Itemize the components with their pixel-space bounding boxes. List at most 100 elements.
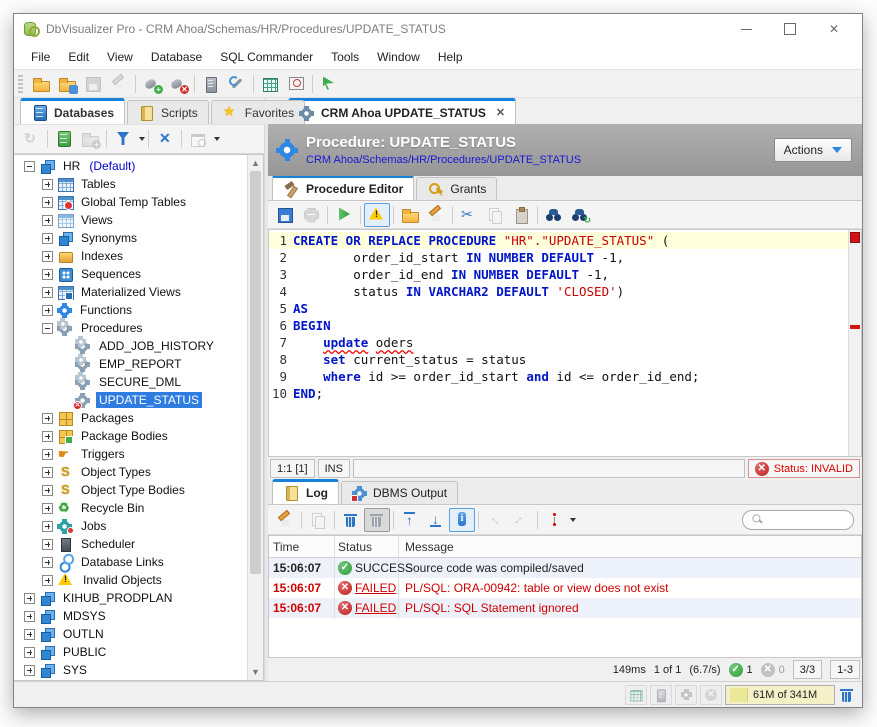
tree-item-label[interactable]: Packages	[78, 410, 137, 426]
menu-tools[interactable]: Tools	[322, 46, 368, 68]
tree-item-label[interactable]: HR	[60, 158, 83, 174]
menu-file[interactable]: File	[22, 46, 59, 68]
tree-item-label[interactable]: Procedures	[78, 320, 145, 336]
menu-window[interactable]: Window	[368, 46, 429, 68]
column-header-time[interactable]: Time	[269, 536, 335, 557]
tree-item-synonyms[interactable]: Synonyms	[14, 229, 247, 247]
log-search-input[interactable]	[770, 513, 850, 527]
tree-scrollbar[interactable]: ▲ ▼	[247, 155, 263, 680]
dropdown-arrow-icon[interactable]	[214, 137, 220, 141]
tree-item-label[interactable]: Package Bodies	[78, 428, 171, 444]
expand-icon[interactable]	[24, 647, 35, 658]
tree-item-packages[interactable]: Packages	[14, 409, 247, 427]
highlight-errors-button[interactable]	[364, 203, 390, 227]
find-replace-button[interactable]	[567, 203, 593, 227]
database-server-button[interactable]	[198, 72, 224, 96]
code-line[interactable]: 3 order_id_end IN NUMBER DEFAULT -1,	[269, 266, 848, 283]
filter-connections-button[interactable]	[110, 127, 136, 151]
scroll-thumb[interactable]	[250, 171, 261, 574]
expand-icon[interactable]	[42, 485, 53, 496]
code-line[interactable]: 1CREATE OR REPLACE PROCEDURE "HR"."UPDAT…	[269, 232, 848, 249]
menu-sql-commander[interactable]: SQL Commander	[211, 46, 322, 68]
monitor-button[interactable]	[283, 72, 309, 96]
log-row[interactable]: 15:06:07FAILEDPL/SQL: ORA-00942: table o…	[269, 578, 861, 598]
maximize-button[interactable]	[768, 15, 812, 43]
table-data-button[interactable]	[257, 72, 283, 96]
error-marker[interactable]	[850, 325, 860, 329]
garbage-collect-icon[interactable]	[838, 686, 856, 704]
code-line[interactable]: 9 where id >= order_id_start and id <= o…	[269, 368, 848, 385]
create-connection-button[interactable]	[51, 127, 77, 151]
tree-item-label[interactable]: KIHUB_PRODPLAN	[60, 590, 175, 606]
expand-icon[interactable]	[42, 287, 53, 298]
tree-item-outln[interactable]: OUTLN	[14, 625, 247, 643]
tab-log[interactable]: Log	[272, 479, 339, 504]
tab-databases[interactable]: Databases	[20, 98, 125, 124]
open-folder-settings-button[interactable]	[54, 72, 80, 96]
tree-item-public[interactable]: PUBLIC	[14, 643, 247, 661]
tree-item-global-temp-tables[interactable]: Global Temp Tables	[14, 193, 247, 211]
dropdown-arrow-icon[interactable]	[570, 518, 576, 522]
expand-icon[interactable]	[24, 593, 35, 604]
expand-icon[interactable]	[42, 557, 53, 568]
tree-item-hr[interactable]: HR(Default)	[14, 157, 247, 175]
expand-icon[interactable]	[42, 269, 53, 280]
minimize-button[interactable]	[724, 15, 768, 43]
collapse-all-button[interactable]	[152, 127, 178, 151]
tree-item-add-job-history[interactable]: ADD_JOB_HISTORY	[14, 337, 247, 355]
sql-commander-button[interactable]	[316, 72, 342, 96]
save-procedure-button[interactable]	[272, 203, 298, 227]
code-line[interactable]: 2 order_id_start IN NUMBER DEFAULT -1,	[269, 249, 848, 266]
tree-item-functions[interactable]: Functions	[14, 301, 247, 319]
log-search-box[interactable]	[742, 510, 854, 530]
clear-on-execute-button[interactable]	[364, 508, 390, 532]
tools-button[interactable]	[224, 72, 250, 96]
tree-item-sys[interactable]: SYS	[14, 661, 247, 679]
column-header-message[interactable]: Message	[399, 536, 861, 557]
task-gear-icon[interactable]	[675, 685, 697, 705]
tree-item-database-links[interactable]: Database Links	[14, 553, 247, 571]
log-row[interactable]: 15:06:07FAILEDPL/SQL: SQL Statement igno…	[269, 598, 861, 618]
open-folder-button[interactable]	[28, 72, 54, 96]
tree-item-label[interactable]: Materialized Views	[78, 284, 184, 300]
tree-item-label[interactable]: MDSYS	[60, 608, 109, 624]
tree-item-label[interactable]: SECURE_DML	[96, 374, 184, 390]
tree-item-label[interactable]: Synonyms	[78, 230, 140, 246]
scroll-up-icon[interactable]: ▲	[248, 155, 263, 171]
collapse-icon[interactable]	[24, 161, 35, 172]
tree-item-mdsys[interactable]: MDSYS	[14, 607, 247, 625]
tree-item-label[interactable]: EMP_REPORT	[96, 356, 184, 372]
tree-item-procedures[interactable]: Procedures	[14, 319, 247, 337]
expand-icon[interactable]	[42, 251, 53, 262]
tree-item-materialized-views[interactable]: Materialized Views	[14, 283, 247, 301]
expand-icon[interactable]	[42, 197, 53, 208]
tree-item-tables[interactable]: Tables	[14, 175, 247, 193]
find-button[interactable]	[541, 203, 567, 227]
expand-icon[interactable]	[42, 179, 53, 190]
clear-log-button[interactable]	[338, 508, 364, 532]
close-tab-icon[interactable]	[496, 106, 505, 119]
tree-item-jobs[interactable]: Jobs	[14, 517, 247, 535]
code-line[interactable]: 10END;	[269, 385, 848, 402]
tree-item-label[interactable]: Views	[78, 212, 116, 228]
disconnect-button[interactable]: ✕	[165, 72, 191, 96]
tree-item-update-status[interactable]: UPDATE_STATUS	[14, 391, 247, 409]
paste-button[interactable]	[508, 203, 534, 227]
code-line[interactable]: 4 status IN VARCHAR2 DEFAULT 'CLOSED')	[269, 283, 848, 300]
code-area[interactable]: 1CREATE OR REPLACE PROCEDURE "HR"."UPDAT…	[269, 230, 848, 456]
show-details-button[interactable]	[449, 508, 475, 532]
expand-icon[interactable]	[24, 629, 35, 640]
menu-database[interactable]: Database	[142, 46, 211, 68]
object-breadcrumb[interactable]: CRM Ahoa/Schemas/HR/Procedures/UPDATE_ST…	[306, 154, 581, 166]
tree-item-indexes[interactable]: Indexes	[14, 247, 247, 265]
tree-item-object-type-bodies[interactable]: Object Type Bodies	[14, 481, 247, 499]
tree-item-label[interactable]: Functions	[77, 302, 135, 318]
sql-editor[interactable]: 1CREATE OR REPLACE PROCEDURE "HR"."UPDAT…	[268, 229, 862, 457]
error-marker[interactable]	[850, 232, 860, 243]
expand-icon[interactable]	[42, 503, 53, 514]
collapse-icon[interactable]	[42, 323, 53, 334]
code-line[interactable]: 8 set current_status = status	[269, 351, 848, 368]
tree-item-recycle-bin[interactable]: Recycle Bin	[14, 499, 247, 517]
object-tab[interactable]: CRM Ahoa UPDATE_STATUS	[288, 98, 516, 124]
layout-icon[interactable]	[625, 685, 647, 705]
